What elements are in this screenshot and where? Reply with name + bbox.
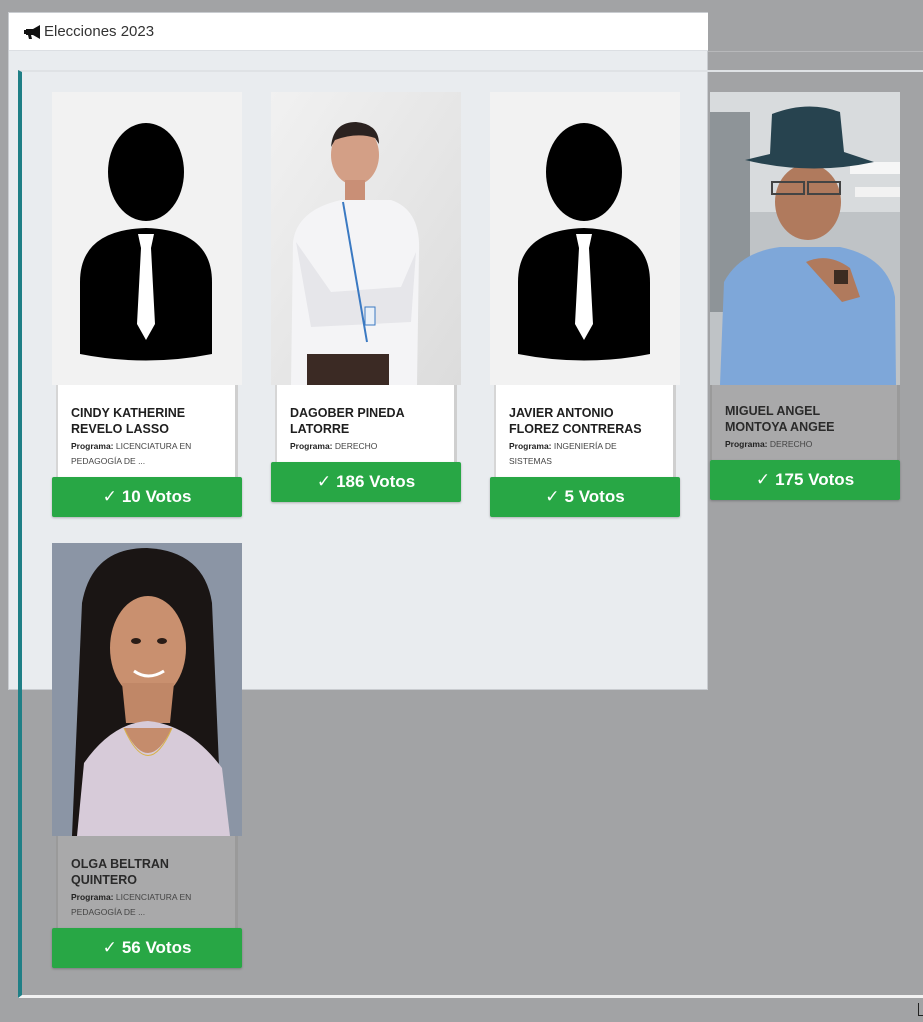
candidate-photo-placeholder — [52, 92, 242, 385]
check-icon: ✓ — [755, 470, 771, 489]
candidate-name: JAVIER ANTONIO FLOREZ CONTRERAS — [509, 406, 642, 436]
candidate-info: MIGUEL ANGEL MONTOYA ANGEE Programa: DER… — [710, 385, 900, 460]
candidate-info: CINDY KATHERINE REVELO LASSO Programa: L… — [56, 385, 238, 477]
candidate-info: JAVIER ANTONIO FLOREZ CONTRERAS Programa… — [494, 385, 676, 477]
candidate-photo — [710, 92, 900, 385]
page-header: Elecciones 2023 — [9, 13, 708, 51]
person-silhouette-icon — [52, 92, 242, 385]
vote-button[interactable]: ✓ 175 Votos — [710, 460, 900, 500]
check-icon: ✓ — [316, 472, 332, 491]
woman-portrait-photo — [52, 543, 242, 836]
page-title: Elecciones 2023 — [44, 23, 155, 40]
candidate-card: JAVIER ANTONIO FLOREZ CONTRERAS Programa… — [490, 92, 680, 517]
candidate-program: Programa: LICENCIATURA EN PEDAGOGÍA DE .… — [71, 892, 192, 917]
candidate-card: DAGOBER PINEDA LATORRE Programa: DERECHO… — [271, 92, 461, 502]
candidate-card: CINDY KATHERINE REVELO LASSO Programa: L… — [52, 92, 242, 517]
candidate-name: DAGOBER PINEDA LATORRE — [290, 406, 405, 436]
candidate-program: Programa: INGENIERÍA DE SISTEMAS — [509, 441, 617, 466]
check-icon: ✓ — [102, 938, 117, 957]
candidate-info: DAGOBER PINEDA LATORRE Programa: DERECHO — [275, 385, 457, 462]
vote-button[interactable]: ✓ 10 Votos — [52, 477, 242, 517]
check-icon: ✓ — [102, 487, 117, 506]
vote-button[interactable]: ✓ 5 Votos — [490, 477, 680, 517]
man-hat-photo — [710, 92, 900, 385]
candidate-card: MIGUEL ANGEL MONTOYA ANGEE Programa: DER… — [710, 92, 900, 500]
person-silhouette-icon — [490, 92, 680, 385]
candidate-card: OLGA BELTRAN QUINTERO Programa: LICENCIA… — [52, 543, 242, 968]
corner-mark — [918, 1003, 923, 1016]
candidate-name: CINDY KATHERINE REVELO LASSO — [71, 406, 186, 436]
candidate-photo-placeholder — [490, 92, 680, 385]
candidate-program: Programa: LICENCIATURA EN PEDAGOGÍA DE .… — [71, 441, 192, 466]
header-overlay-strip — [708, 13, 923, 52]
megaphone-icon — [24, 24, 42, 40]
candidate-program: Programa: DERECHO — [290, 441, 378, 451]
vote-button[interactable]: ✓ 186 Votos — [271, 462, 461, 502]
candidate-info: OLGA BELTRAN QUINTERO Programa: LICENCIA… — [56, 836, 238, 928]
candidate-name: OLGA BELTRAN QUINTERO — [71, 857, 169, 887]
candidate-photo — [271, 92, 461, 385]
vote-button[interactable]: ✓ 56 Votos — [52, 928, 242, 968]
candidate-photo — [52, 543, 242, 836]
check-icon: ✓ — [545, 487, 560, 506]
candidate-name: MIGUEL ANGEL MONTOYA ANGEE — [725, 404, 835, 434]
man-white-shirt-photo — [271, 92, 461, 385]
candidate-program: Programa: DERECHO — [725, 439, 813, 449]
